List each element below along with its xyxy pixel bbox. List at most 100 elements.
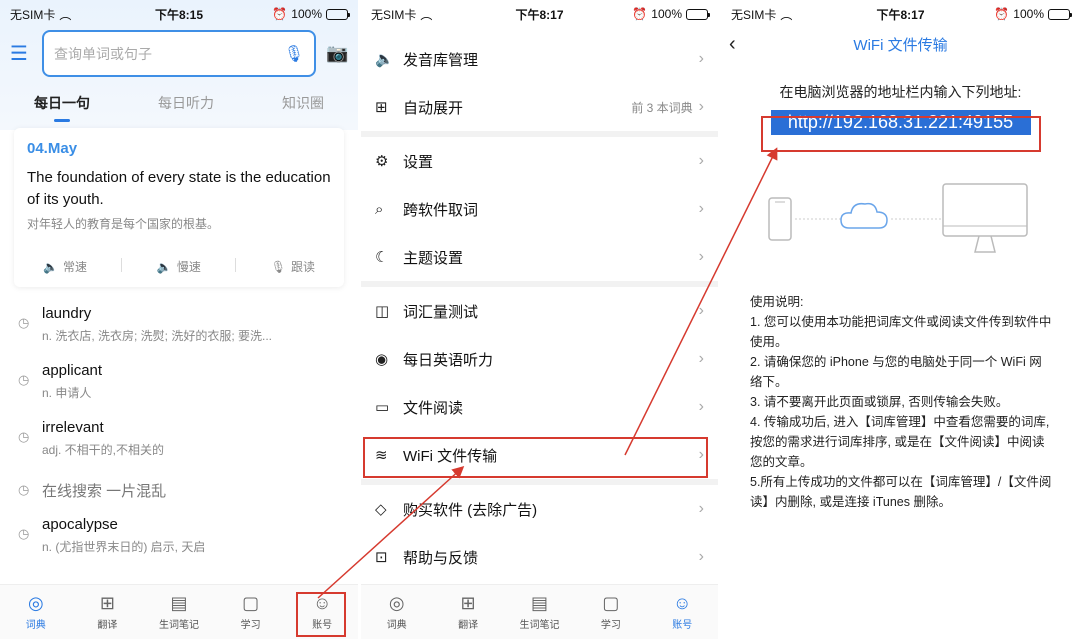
menu-item-theme[interactable]: ☾ 主题设置 › (361, 233, 718, 281)
translate-icon: ⊞ (99, 593, 115, 613)
listening-icon: ◉ (375, 351, 389, 368)
carrier-label: 无SIM卡 (731, 7, 777, 22)
menu-item-cross-app-lookup[interactable]: ⌕ 跨软件取词 › (361, 185, 718, 233)
tab-notebook[interactable]: ▤ 生词笔记 (514, 593, 564, 631)
wifi-transfer-screen: 无SIM卡 ︵ 下午8:17 ⏰ 100% ‹ WiFi 文件传输 在电脑浏览器的地… (721, 0, 1080, 639)
daily-sentence-card[interactable]: 04.May The foundation of every state is … (14, 128, 344, 287)
navigation-bar: ‹ WiFi 文件传输 (721, 28, 1080, 60)
annotation-box-url (761, 116, 1041, 152)
clock-icon: ◷ (18, 315, 30, 330)
menu-item-settings[interactable]: ⚙ 设置 › (361, 137, 718, 185)
page-title: WiFi 文件传输 (853, 36, 948, 54)
instruction-item: 3. 请不要离开此页面或锁屏, 否则传输会失败。 (750, 395, 1009, 409)
instruction-item: 1. 您可以使用本功能把词库文件或阅读文件传到软件中使用。 (750, 315, 1052, 349)
tab-dictionary[interactable]: ◎ 词典 (372, 593, 422, 631)
list-item[interactable]: ◷ apocalypse n. (尤指世界末日的) 启示, 天启 (0, 510, 358, 567)
tab-study[interactable]: ▢ 学习 (226, 593, 276, 631)
chart-icon: ◫ (375, 303, 390, 320)
settings-menu: 🔈 发音库管理 › ⊞ 自动展开前 3 本词典 › ⚙ 设置 › ⌕ 跨软件取词 › ☾ 主题设置… (361, 35, 718, 581)
lookup-icon: ⌕ (375, 200, 384, 218)
expand-icon: ⊞ (375, 99, 388, 116)
tab-account[interactable]: ☺ 账号 (657, 593, 707, 631)
battery-icon (326, 8, 350, 20)
chevron-right-icon: › (698, 98, 704, 115)
list-item[interactable]: ◷ irrelevant adj. 不相干的,不相关的 (0, 413, 358, 470)
hamburger-menu-icon[interactable]: ☰ (10, 41, 32, 66)
history-definition: n. (尤指世界末日的) 启示, 天启 (42, 540, 206, 554)
camera-icon[interactable]: 📷 (326, 43, 348, 64)
menu-item-purchase[interactable]: ◇ 购买软件 (去除广告) › (361, 485, 718, 533)
wifi-status-icon: ︵ (780, 7, 793, 22)
chevron-right-icon: › (698, 548, 704, 565)
alarm-icon: ⏰ (632, 7, 648, 21)
tab-translate[interactable]: ⊞ 翻译 (82, 593, 132, 631)
battery-icon (686, 8, 710, 20)
account-menu-screen: 无SIM卡 ︵ 下午8:17 ⏰ 100% 🔈 发音库管理 › ⊞ 自动展开前 3 本词典… (361, 0, 718, 639)
back-chevron-icon[interactable]: ‹ (729, 33, 736, 56)
chevron-right-icon: › (698, 152, 704, 169)
menu-item-auto-expand[interactable]: ⊞ 自动展开前 3 本词典 › (361, 83, 718, 131)
microphone-icon: 🎙 (270, 259, 286, 274)
history-word: irrelevant (42, 419, 104, 436)
tab-dictionary[interactable]: ◎ 词典 (11, 593, 61, 631)
tab-knowledge[interactable]: 知识圈 (282, 93, 324, 113)
carrier-label: 无SIM卡 (371, 7, 417, 22)
content-tabs: 每日一句 每日听力 知识圈 (0, 77, 358, 122)
list-item[interactable]: ◷ applicant n. 申请人 (0, 356, 358, 413)
tab-daily-sentence[interactable]: 每日一句 (34, 93, 90, 122)
battery-label: 100% (291, 7, 322, 21)
card-date: 04.May (27, 140, 78, 157)
sentence-english: The foundation of every state is the edu… (27, 169, 331, 208)
menu-item-vocab-test[interactable]: ◫ 词汇量测试 › (361, 287, 718, 335)
normal-speed-button[interactable]: 🔈 常速 (43, 258, 87, 275)
history-definition: adj. 不相干的,不相关的 (42, 443, 165, 457)
alarm-icon: ⏰ (994, 7, 1010, 21)
clock-icon: ◷ (18, 372, 30, 387)
history-word: applicant (42, 362, 103, 379)
tab-daily-listening[interactable]: 每日听力 (158, 93, 214, 113)
status-bar: 无SIM卡 ︵ 下午8:17 ⏰ 100% (721, 0, 1080, 28)
speaker-icon: 🔈 (375, 51, 394, 68)
notebook-icon: ▤ (170, 593, 188, 613)
history-definition: n. 洗衣店, 洗衣房; 洗熨; 洗好的衣服; 要洗... (42, 329, 273, 343)
status-bar: 无SIM卡 ︵ 下午8:17 ⏰ 100% (361, 0, 718, 28)
header-area: 无SIM卡 ︵ 下午8:15 ⏰ 100% ☰ 查询单词或句子 🎙 📷 每日一句 每… (0, 0, 358, 130)
speaker-icon: 🔈 (156, 259, 172, 274)
tab-translate[interactable]: ⊞ 翻译 (443, 593, 493, 631)
slow-speed-button[interactable]: 🔈 慢速 (157, 258, 201, 275)
tab-study[interactable]: ▢ 学习 (586, 593, 636, 631)
smiley-icon: ☺ (673, 593, 692, 613)
search-input[interactable]: 查询单词或句子 🎙 (42, 30, 316, 77)
cloud-icon (840, 202, 888, 229)
usage-instructions: 使用说明: 1. 您可以使用本功能把词库文件或阅读文件传到软件中使用。 2. 请… (750, 292, 1052, 512)
menu-item-file-reading[interactable]: ▭ 文件阅读 › (361, 383, 718, 431)
moon-icon: ☾ (375, 249, 389, 266)
menu-item-pronunciation[interactable]: 🔈 发音库管理 › (361, 35, 718, 83)
chevron-right-icon: › (698, 350, 704, 367)
dictionary-home-screen: 无SIM卡 ︵ 下午8:15 ⏰ 100% ☰ 查询单词或句子 🎙 📷 每日一句 每… (0, 0, 358, 639)
instruction-item: 2. 请确保您的 iPhone 与您的电脑处于同一个 WiFi 网络下。 (750, 355, 1042, 389)
microphone-icon[interactable]: 🎙 (284, 44, 304, 64)
repeat-after-button[interactable]: 🎙 跟读 (271, 258, 315, 275)
search-placeholder: 查询单词或句子 (54, 45, 152, 62)
menu-item-help[interactable]: ⊡ 帮助与反馈 › (361, 533, 718, 581)
panel-separator (718, 0, 721, 639)
speaker-icon: 🔈 (43, 259, 58, 274)
menu-item-daily-listening[interactable]: ◉ 每日英语听力 › (361, 335, 718, 383)
folder-icon: ▭ (375, 399, 390, 416)
list-item[interactable]: ◷ laundry n. 洗衣店, 洗衣房; 洗熨; 洗好的衣服; 要洗... (0, 299, 358, 356)
battery-label: 100% (1013, 7, 1044, 21)
alarm-icon: ⏰ (272, 7, 288, 21)
tab-notebook[interactable]: ▤ 生词笔记 (154, 593, 204, 631)
history-word: 在线搜索 一片混乱 (42, 482, 167, 500)
phone-icon (768, 197, 792, 241)
history-definition: n. 申请人 (42, 386, 92, 400)
computer-icon (942, 183, 1028, 253)
list-item[interactable]: ◷ 在线搜索 一片混乱 (0, 470, 358, 510)
history-word: apocalypse (42, 516, 118, 533)
instruction-item: 4. 传输成功后, 进入【词库管理】中查看您需要的词库, 按您的需求进行词库排序… (750, 415, 1050, 469)
panel-separator (358, 0, 361, 639)
chevron-right-icon: › (698, 50, 704, 67)
clock-icon: ◷ (18, 526, 30, 541)
clock-icon: ◷ (18, 429, 30, 444)
